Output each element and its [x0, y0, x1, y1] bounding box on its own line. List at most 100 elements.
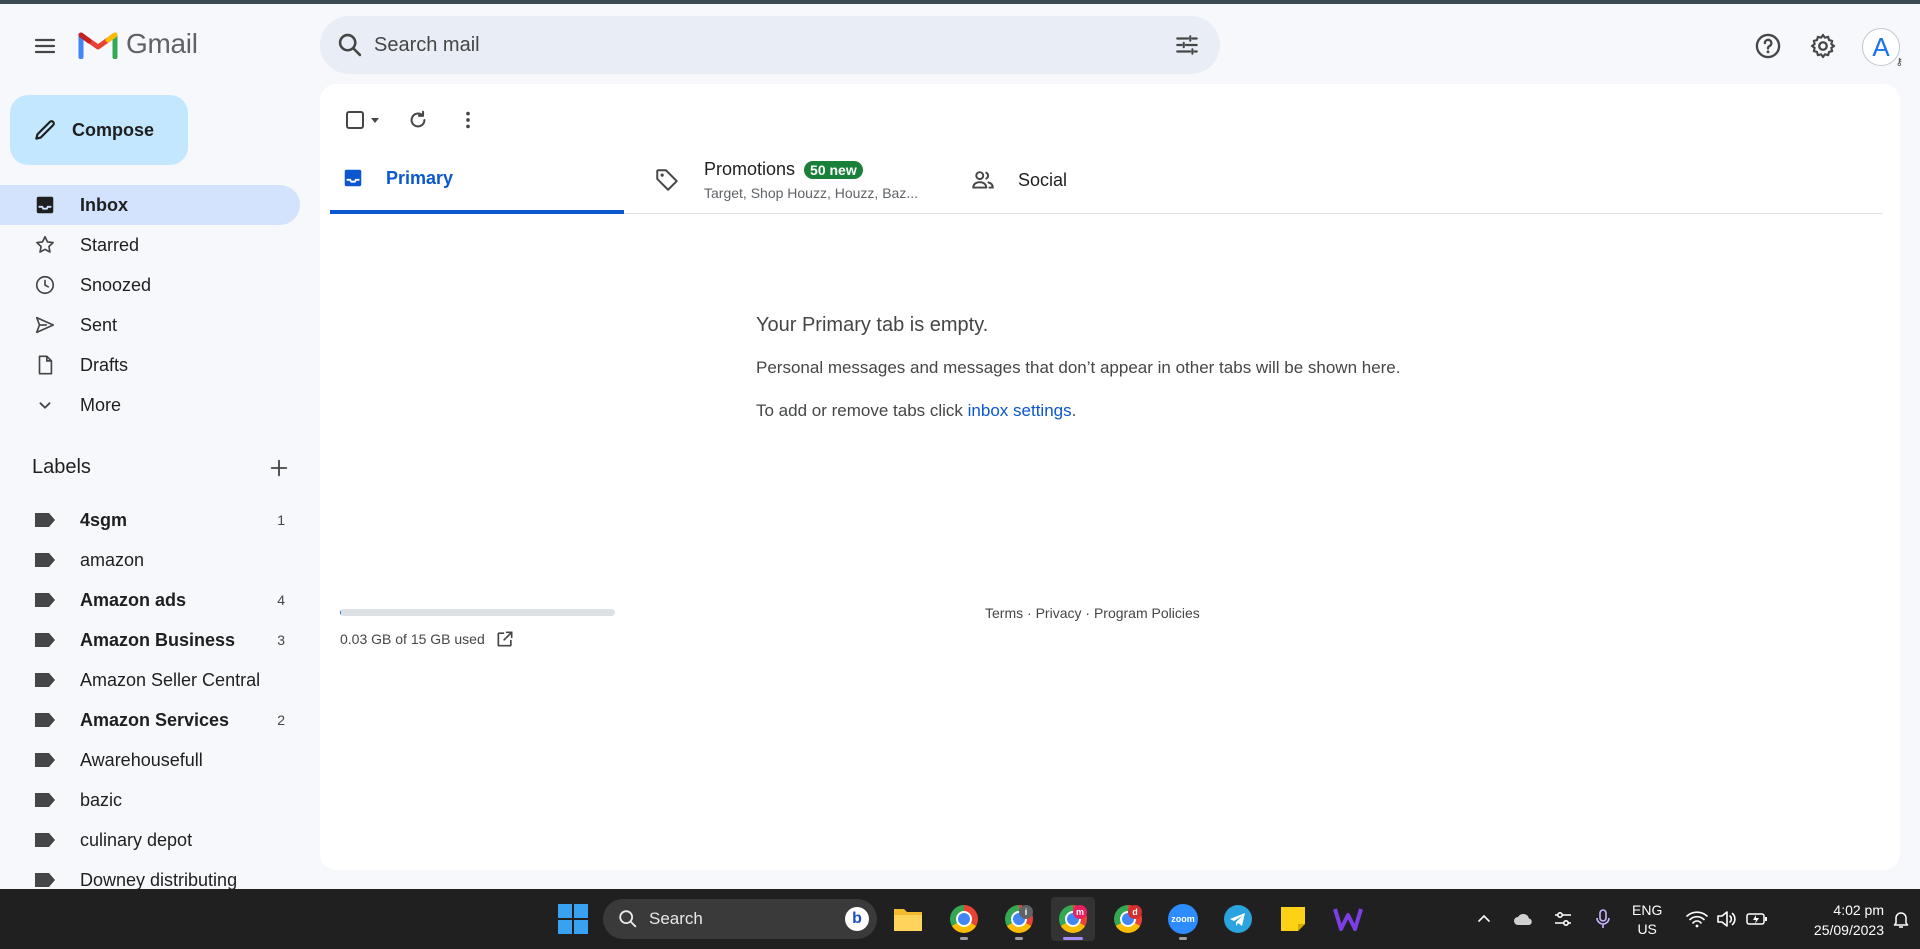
wifi-tray[interactable] [1682, 889, 1712, 949]
windows-logo-icon [558, 904, 588, 934]
bing-icon[interactable]: b [845, 907, 869, 931]
tab-promotions[interactable]: Promotions 50 new Target, Shop Houzz, Ho… [654, 146, 944, 214]
terms-link[interactable]: Terms [985, 605, 1023, 621]
pencil-icon [35, 120, 55, 140]
sidebar-label-amazon[interactable]: amazon [0, 540, 300, 580]
refresh-icon [410, 110, 426, 128]
sidebar-item-sent[interactable]: Sent [0, 305, 300, 345]
privacy-link[interactable]: Privacy [1036, 605, 1082, 621]
chrome-app-4[interactable]: d [1106, 897, 1150, 941]
language-indicator[interactable]: ENG US [1632, 901, 1662, 939]
running-indicator [1179, 937, 1187, 940]
sliders-icon [1555, 911, 1571, 927]
battery-charging-icon [1746, 913, 1767, 925]
profile-badge: m [1073, 905, 1087, 919]
wifi-icon [1686, 911, 1708, 928]
program-policies-link[interactable]: Program Policies [1094, 605, 1200, 621]
search-bar[interactable] [320, 16, 1220, 74]
sidebar-item-inbox[interactable]: Inbox [0, 185, 300, 225]
sidebar-label-amazon-business[interactable]: Amazon Business 3 [0, 620, 300, 660]
storage-usage-text: 0.03 GB of 15 GB used [340, 631, 485, 647]
people-icon [972, 171, 994, 189]
inbox-settings-link[interactable]: inbox settings [968, 401, 1072, 420]
battery-tray[interactable] [1742, 889, 1772, 949]
chrome-app-3[interactable]: m [1051, 897, 1095, 941]
labels-title: Labels [32, 456, 91, 478]
telegram-app[interactable] [1216, 897, 1260, 941]
tab-social-label: Social [1018, 169, 1068, 190]
sidebar-label-culinary-depot[interactable]: culinary depot [0, 820, 300, 860]
sidebar-label-bazic[interactable]: bazic [0, 780, 300, 820]
label-tag-icon [33, 548, 57, 572]
settings-button[interactable] [1803, 26, 1843, 66]
unread-count: 1 [277, 512, 285, 528]
support-button[interactable] [1748, 26, 1788, 66]
running-indicator [960, 937, 968, 940]
add-label-icon[interactable] [268, 457, 290, 479]
mail-list-panel: Primary Promotions 50 new Target, Shop H… [320, 84, 1900, 870]
taskbar-search[interactable]: Search b [603, 899, 877, 939]
profile-badge: d [1128, 905, 1142, 919]
sidebar-item-starred[interactable]: Starred [0, 225, 300, 265]
zoom-icon: zoom [1168, 904, 1198, 934]
search-options-icon[interactable] [1174, 32, 1200, 58]
chrome-app-2[interactable]: i [997, 897, 1041, 941]
sidebar-label-amazon-services[interactable]: Amazon Services 2 [0, 700, 300, 740]
sidebar-label-awarehousefull[interactable]: Awarehousefull [0, 740, 300, 780]
gmail-logo[interactable]: Gmail [78, 28, 198, 60]
file-explorer-app[interactable] [886, 897, 930, 941]
search-input[interactable] [374, 16, 1134, 74]
taskbar-search-label: Search [649, 909, 703, 928]
account-avatar[interactable]: A ⚷ [1862, 28, 1903, 68]
sidebar-item-more[interactable]: More [0, 385, 300, 425]
start-button[interactable] [557, 903, 589, 940]
help-icon [1755, 33, 1781, 59]
refresh-button[interactable] [398, 100, 438, 140]
chrome-icon: d [1114, 905, 1142, 933]
tab-primary[interactable]: Primary [330, 146, 624, 214]
app-name: Gmail [126, 28, 198, 59]
empty-hint: To add or remove tabs click inbox settin… [756, 401, 1077, 420]
sidebar-label-amazon-seller-central[interactable]: Amazon Seller Central [0, 660, 300, 700]
onedrive-tray[interactable] [1508, 889, 1538, 949]
compose-label: Compose [72, 119, 155, 140]
notifications-tray[interactable] [1886, 889, 1916, 949]
tab-primary-label: Primary [386, 167, 454, 188]
sidebar-item-snoozed[interactable]: Snoozed [0, 265, 300, 305]
microphone-tray[interactable] [1588, 889, 1618, 949]
empty-state: Your Primary tab is empty. Personal mess… [756, 314, 1401, 421]
sidebar-label-amazon-ads[interactable]: Amazon ads 4 [0, 580, 300, 620]
main-menu-button[interactable] [22, 23, 68, 69]
windows-taskbar: Search b i m d zoom ENG US 4:02 pm 25/09… [0, 889, 1920, 949]
select-all-checkbox[interactable] [338, 100, 388, 140]
chevron-down-icon [33, 393, 57, 417]
unread-count: 4 [277, 592, 285, 608]
settings-tray[interactable] [1548, 889, 1578, 949]
more-vertical-icon [466, 111, 470, 129]
system-clock[interactable]: 4:02 pm 25/09/2023 [1784, 900, 1884, 940]
sticky-notes-app[interactable] [1271, 897, 1315, 941]
label-tag-icon [33, 588, 57, 612]
storage-usage-bar [340, 609, 615, 616]
clock-date: 25/09/2023 [1813, 922, 1884, 938]
inbox-icon [33, 193, 57, 217]
chrome-icon: m [1059, 905, 1087, 933]
gear-icon [1810, 33, 1836, 59]
chrome-app-1[interactable] [942, 897, 986, 941]
profile-badge: i [1019, 905, 1033, 919]
label-tag-icon [33, 748, 57, 772]
open-in-new-icon[interactable] [495, 629, 515, 649]
w-app[interactable] [1326, 897, 1370, 941]
promotions-senders: Target, Shop Houzz, Houzz, Baz... [704, 185, 918, 201]
sidebar-item-drafts[interactable]: Drafts [0, 345, 300, 385]
show-hidden-icons[interactable] [1470, 889, 1498, 949]
labels-list: 4sgm 1 amazon Amazon ads 4 Amazon Busine… [0, 500, 300, 900]
compose-button[interactable]: Compose [10, 95, 188, 165]
more-actions-button[interactable] [448, 100, 488, 140]
tab-promotions-label: Promotions [704, 159, 796, 179]
zoom-app[interactable]: zoom [1161, 897, 1205, 941]
tab-social[interactable]: Social [970, 146, 1260, 214]
search-icon[interactable] [336, 31, 364, 59]
volume-tray[interactable] [1712, 889, 1742, 949]
sidebar-label-4sgm[interactable]: 4sgm 1 [0, 500, 300, 540]
